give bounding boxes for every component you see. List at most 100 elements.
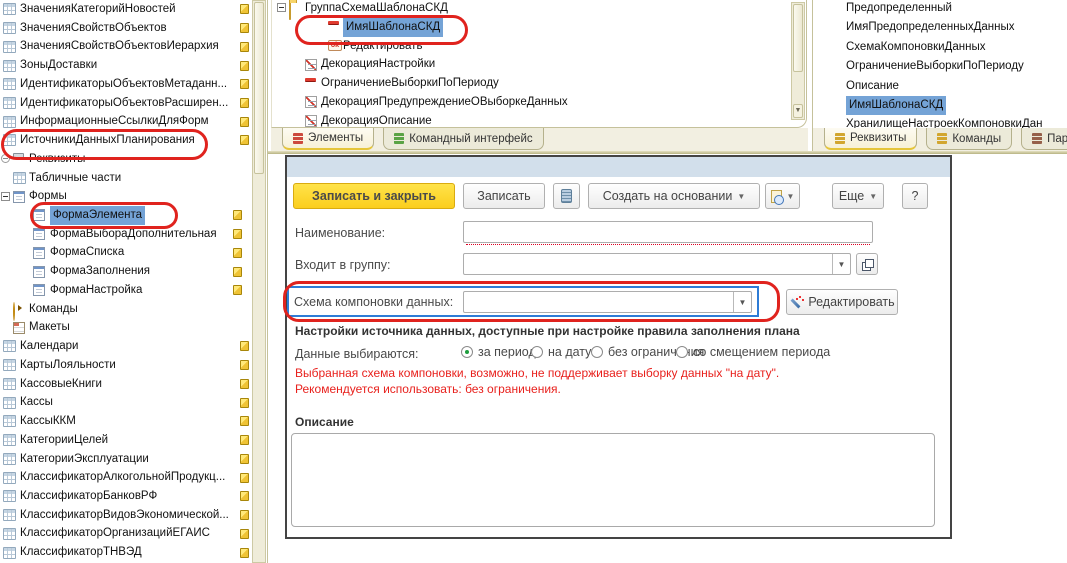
object-box-icon	[240, 117, 249, 127]
deco-icon	[305, 96, 317, 108]
tree-item[interactable]: ИнформационныеСсылкиДляФорм	[0, 112, 267, 131]
tree-item[interactable]: ФормаЗаполнения	[0, 262, 267, 281]
tree-item-label: ИсточникиДанныхПланирования	[20, 131, 195, 150]
more-button[interactable]: Еще▼	[832, 183, 884, 209]
tree-item[interactable]: Описание	[813, 77, 1067, 96]
tree-item[interactable]: КлассификаторВидовЭкономической...	[0, 506, 267, 525]
tree-item[interactable]: Кассы	[0, 393, 267, 412]
tree-item[interactable]: ИмяШаблонаСКД	[813, 96, 1067, 115]
tree-item[interactable]: ОграничениеВыборкиПоПериоду	[272, 74, 806, 93]
help-button[interactable]: ?	[902, 183, 928, 209]
group-combo[interactable]: ▼	[463, 253, 851, 275]
description-textarea[interactable]	[291, 433, 935, 527]
tree-item[interactable]: ФормаНастройка	[0, 281, 267, 300]
tree-item[interactable]: ИдентификаторыОбъектовМетаданн...	[0, 75, 267, 94]
group-choose-button[interactable]	[856, 253, 878, 275]
edit-schema-button[interactable]: Редактировать	[786, 289, 898, 315]
form-title-area	[287, 157, 950, 177]
configurator-window: ЗначенияКатегорийНовостейЗначенияСвойств…	[0, 0, 1067, 563]
table-icon	[3, 490, 16, 502]
tab-Элементы[interactable]: Элементы	[282, 128, 374, 150]
warning-line-1: Выбранная схема компоновки, возможно, не…	[295, 366, 779, 380]
tree-item[interactable]: ДекорацияНастройки	[272, 55, 806, 74]
table-icon	[3, 22, 16, 34]
tree-item[interactable]: КатегорииЭксплуатации	[0, 450, 267, 469]
tree-item[interactable]: КассовыеКниги	[0, 375, 267, 394]
tree-item[interactable]: Табличные части	[0, 169, 267, 188]
scrollbar-thumb[interactable]	[793, 4, 803, 72]
tree-item[interactable]: Календари	[0, 337, 267, 356]
metadata-tree-scrollbar[interactable]	[252, 0, 266, 563]
object-box-icon	[240, 23, 249, 33]
radio-button-icon[interactable]	[531, 346, 543, 358]
tree-item[interactable]: ЗначенияКатегорийНовостей	[0, 0, 267, 19]
form-icon	[33, 266, 45, 278]
tree-item[interactable]: КлассификаторАлкогольнойПродукц...	[0, 468, 267, 487]
stacked-bars-icon	[937, 133, 947, 144]
tree-item[interactable]: ФормаСписка	[0, 243, 267, 262]
tree-item[interactable]: ИмяШаблонаСКД	[272, 18, 806, 37]
horizontal-splitter[interactable]	[268, 151, 1067, 154]
tree-item-label: Редактировать	[343, 37, 422, 56]
radio-на дату[interactable]: на дату	[531, 345, 591, 359]
object-box-icon	[240, 360, 249, 370]
change-history-button[interactable]: ▼	[765, 183, 800, 209]
name-input[interactable]	[463, 221, 873, 243]
save-and-close-button[interactable]: Записать и закрыть	[293, 183, 455, 209]
tree-item[interactable]: Команды	[0, 300, 267, 319]
tree-item[interactable]: КартыЛояльности	[0, 356, 267, 375]
tree-item[interactable]: Предопределенный	[813, 0, 1067, 18]
radio-button-icon[interactable]	[676, 346, 688, 358]
tree-item[interactable]: ИмяПредопределенныхДанных	[813, 18, 1067, 37]
tree-item[interactable]: КлассификаторТНВЭД	[0, 543, 267, 562]
tree-item[interactable]: ДекорацияПредупреждениеОВыборкеДанных	[272, 93, 806, 112]
tree-item-label: ЗначенияКатегорийНовостей	[20, 0, 176, 19]
scroll-down-button[interactable]: ▼	[793, 104, 803, 118]
tree-item[interactable]: КлассификаторОрганизацийЕГАИС	[0, 524, 267, 543]
scrollbar-thumb[interactable]	[254, 2, 264, 174]
expander-icon[interactable]	[1, 192, 10, 201]
tab-Командный интерфейс[interactable]: Командный интерфейс	[383, 128, 543, 150]
tree-item[interactable]: СхемаКомпоновкиДанных	[813, 38, 1067, 57]
object-box-icon	[240, 79, 249, 89]
tree-item[interactable]: ЗначенияСвойствОбъектов	[0, 19, 267, 38]
schema-combo[interactable]: ▼	[463, 291, 752, 313]
tab-Команды[interactable]: Команды	[926, 128, 1012, 150]
tree-item[interactable]: КлассификаторБанковРФ	[0, 487, 267, 506]
tree-item[interactable]: Макеты	[0, 318, 267, 337]
save-button[interactable]: Записать	[463, 183, 545, 209]
tree-item[interactable]: ЗоныДоставки	[0, 56, 267, 75]
register-records-button[interactable]	[553, 183, 580, 209]
tree-item[interactable]: okРедактировать	[272, 37, 806, 56]
tree-item[interactable]: Формы	[0, 187, 267, 206]
elements-scrollbar[interactable]: ▼	[791, 2, 805, 120]
tree-item[interactable]: ГруппаСхемаШаблонаСКД	[272, 0, 806, 18]
radio-со смещением периода[interactable]: со смещением периода	[676, 345, 830, 359]
tree-item[interactable]: КатегорииЦелей	[0, 431, 267, 450]
form-icon	[33, 228, 45, 240]
tree-item[interactable]: ИдентификаторыОбъектовРасширен...	[0, 94, 267, 113]
name-label: Наименование:	[295, 226, 385, 240]
chevron-down-icon: ▼	[737, 192, 745, 201]
tab-Реквизиты[interactable]: Реквизиты	[824, 128, 917, 150]
chevron-down-icon: ▼	[787, 192, 795, 201]
tree-item-label: ИдентификаторыОбъектовМетаданн...	[20, 75, 227, 94]
tree-item[interactable]: ОграничениеВыборкиПоПериоду	[813, 57, 1067, 76]
tree-item[interactable]: ЗначенияСвойствОбъектовИерархия	[0, 37, 267, 56]
radio-за период[interactable]: за период	[461, 345, 536, 359]
tab-Парам[interactable]: Парам	[1021, 128, 1067, 150]
tree-item[interactable]: ИсточникиДанныхПланирования	[0, 131, 267, 150]
tree-item-label: КлассификаторТНВЭД	[20, 543, 142, 562]
magic-wand-icon	[789, 295, 803, 309]
dropdown-arrow-icon[interactable]: ▼	[832, 254, 850, 274]
create-based-on-button[interactable]: Создать на основании▼	[588, 183, 760, 209]
expander-icon[interactable]	[277, 3, 286, 12]
tree-item[interactable]: ФормаВыбораДополнительная	[0, 225, 267, 244]
tree-item[interactable]: ФормаЭлемента	[0, 206, 267, 225]
tree-item[interactable]: КассыККМ	[0, 412, 267, 431]
dropdown-arrow-icon[interactable]: ▼	[733, 292, 751, 312]
tree-item[interactable]: Реквизиты	[0, 150, 267, 169]
expander-icon[interactable]	[1, 154, 10, 163]
radio-button-icon[interactable]	[591, 346, 603, 358]
radio-button-icon[interactable]	[461, 346, 473, 358]
